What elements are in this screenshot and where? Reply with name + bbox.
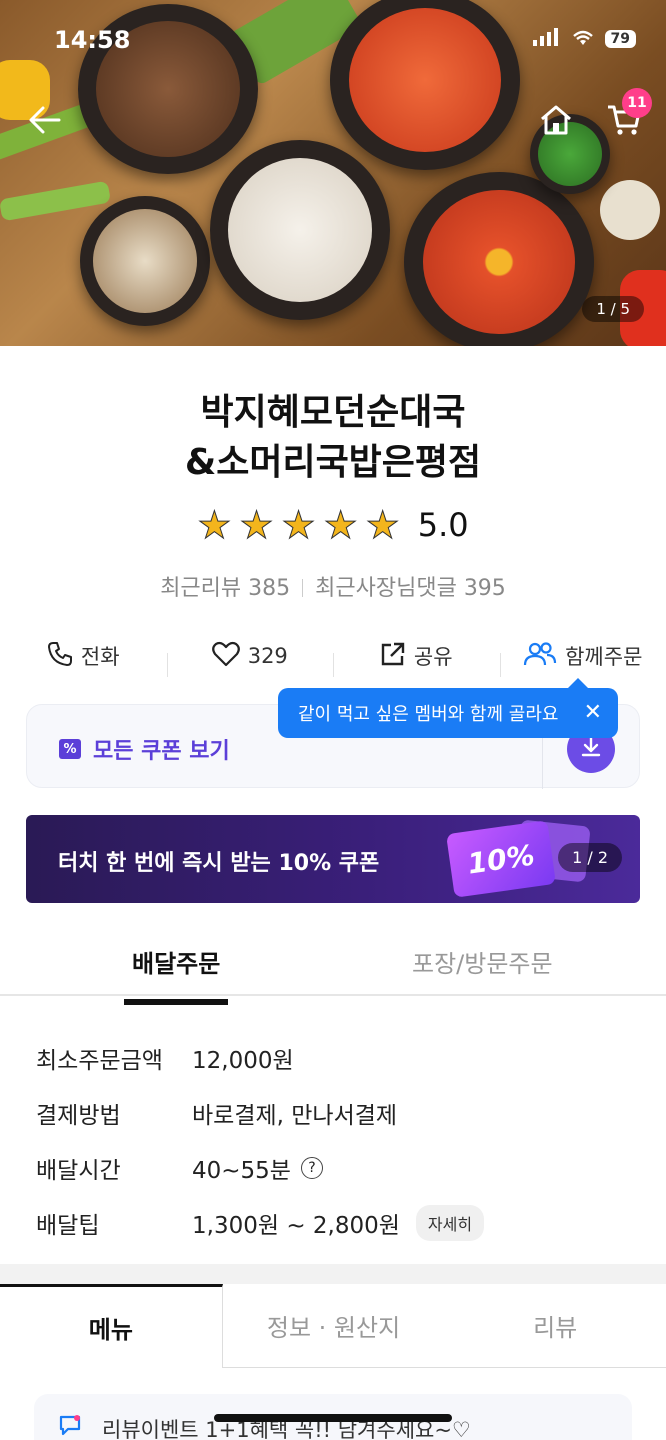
order-type-tabs: 배달주문 포장/방문주문: [0, 930, 666, 1005]
section-divider: [0, 1264, 666, 1284]
star-icon: ★: [365, 503, 400, 547]
info-value: 1,300원 ~ 2,800원: [192, 1212, 400, 1239]
info-row-min-order: 최소주문금액 12,000원: [36, 1030, 636, 1085]
back-arrow-icon: [27, 105, 61, 139]
coupon-ticket-graphic: 10%: [446, 820, 556, 898]
delivery-info: 최소주문금액 12,000원 결제방법 바로결제, 만나서결제 배달시간 40~…: [36, 1030, 636, 1250]
star-icon: ★: [239, 503, 274, 547]
content-tabs: 메뉴 정보 · 원산지 리뷰: [0, 1284, 666, 1368]
food-decoration: [0, 180, 112, 222]
info-value: 40~55분: [192, 1157, 291, 1184]
cart-count-badge: 11: [622, 88, 652, 118]
share-icon: [380, 641, 406, 672]
tab-info-origin[interactable]: 정보 · 원산지: [222, 1284, 445, 1368]
back-button[interactable]: [22, 100, 66, 144]
call-label: 전화: [80, 645, 120, 669]
home-button[interactable]: [534, 100, 578, 144]
phone-icon: [47, 641, 73, 672]
like-button[interactable]: 329: [166, 641, 334, 677]
store-rating[interactable]: ★ ★ ★ ★ ★ 5.0: [0, 503, 666, 547]
group-order-label: 함께주문: [565, 645, 643, 669]
all-coupons-label: 모든 쿠폰 보기: [93, 739, 230, 764]
heart-icon: [211, 641, 240, 672]
share-button[interactable]: 공유: [333, 641, 500, 677]
coupon-banner[interactable]: 터치 한 번에 즉시 받는 10% 쿠폰 10% 1 / 2: [26, 815, 640, 903]
status-bar: 14:58 79: [0, 26, 666, 60]
info-row-delivery-time: 배달시간 40~55분?: [36, 1140, 636, 1195]
star-icon: ★: [197, 503, 232, 547]
food-bowl: [80, 196, 210, 326]
rating-score: 5.0: [417, 506, 469, 544]
info-key: 배달시간: [36, 1157, 121, 1184]
group-order-button[interactable]: 함께주문: [499, 641, 666, 677]
call-button[interactable]: 전화: [0, 641, 167, 672]
share-label: 공유: [413, 645, 453, 669]
home-indicator: [214, 1414, 452, 1422]
tab-pickup[interactable]: 포장/방문주문: [412, 944, 553, 979]
food-decoration: [600, 180, 660, 240]
review-summary[interactable]: 최근리뷰 385 최근사장님댓글 395: [0, 570, 666, 602]
help-icon[interactable]: ?: [300, 1156, 323, 1179]
battery-indicator: 79: [604, 30, 636, 48]
banner-text: 터치 한 번에 즉시 받는 10% 쿠폰: [58, 851, 380, 876]
image-pager: 1 / 5: [582, 296, 644, 322]
tab-menu[interactable]: 메뉴: [0, 1284, 223, 1368]
tab-delivery[interactable]: 배달주문: [123, 944, 229, 1005]
store-name-line2: &소머리국밥은평점: [184, 442, 482, 483]
wifi-icon: [571, 28, 595, 50]
recent-review-count[interactable]: 최근리뷰 385: [160, 576, 290, 601]
store-hero-image[interactable]: 14:58 79 11 1 / 5: [0, 0, 666, 346]
tab-reviews[interactable]: 리뷰: [444, 1284, 666, 1368]
info-key: 최소주문금액: [36, 1047, 163, 1074]
group-order-tooltip: 같이 먹고 싶은 멤버와 함께 골라요 ✕: [278, 678, 618, 738]
group-users-icon: [523, 641, 557, 672]
info-row-payment: 결제방법 바로결제, 만나서결제: [36, 1085, 636, 1140]
store-name-line1: 박지혜모던순대국: [200, 392, 466, 433]
info-key: 배달팁: [36, 1212, 100, 1239]
banner-pager: 1 / 2: [558, 843, 622, 872]
info-row-delivery-tip: 배달팁 1,300원 ~ 2,800원 자세히: [36, 1195, 636, 1250]
all-coupons-link[interactable]: % 모든 쿠폰 보기: [59, 733, 230, 765]
info-value: 12,000원: [192, 1047, 294, 1074]
food-bowl: [210, 140, 390, 320]
chat-flag-icon: [58, 1414, 82, 1440]
star-icon: ★: [281, 503, 316, 547]
coupon-percent-icon: %: [59, 739, 81, 759]
store-actions: 전화 329 공유 함께주문: [0, 632, 666, 680]
signal-icon: [532, 28, 561, 50]
divider: [302, 579, 304, 597]
tooltip-text: 같이 먹고 싶은 멤버와 함께 골라요: [298, 704, 559, 725]
info-value: 바로결제, 만나서결제: [192, 1102, 398, 1129]
details-button[interactable]: 자세히: [415, 1204, 485, 1241]
info-key: 결제방법: [36, 1102, 121, 1129]
owner-reply-count[interactable]: 최근사장님댓글 395: [315, 576, 506, 601]
like-count: 329: [247, 644, 288, 668]
status-time: 14:58: [54, 26, 131, 54]
food-bowl: [404, 172, 594, 346]
store-name: 박지혜모던순대국 &소머리국밥은평점: [0, 388, 666, 488]
home-icon: [539, 104, 573, 140]
cart-button[interactable]: 11: [602, 88, 652, 144]
close-icon[interactable]: ✕: [584, 700, 602, 725]
star-icon: ★: [323, 503, 358, 547]
download-icon: [580, 736, 602, 762]
